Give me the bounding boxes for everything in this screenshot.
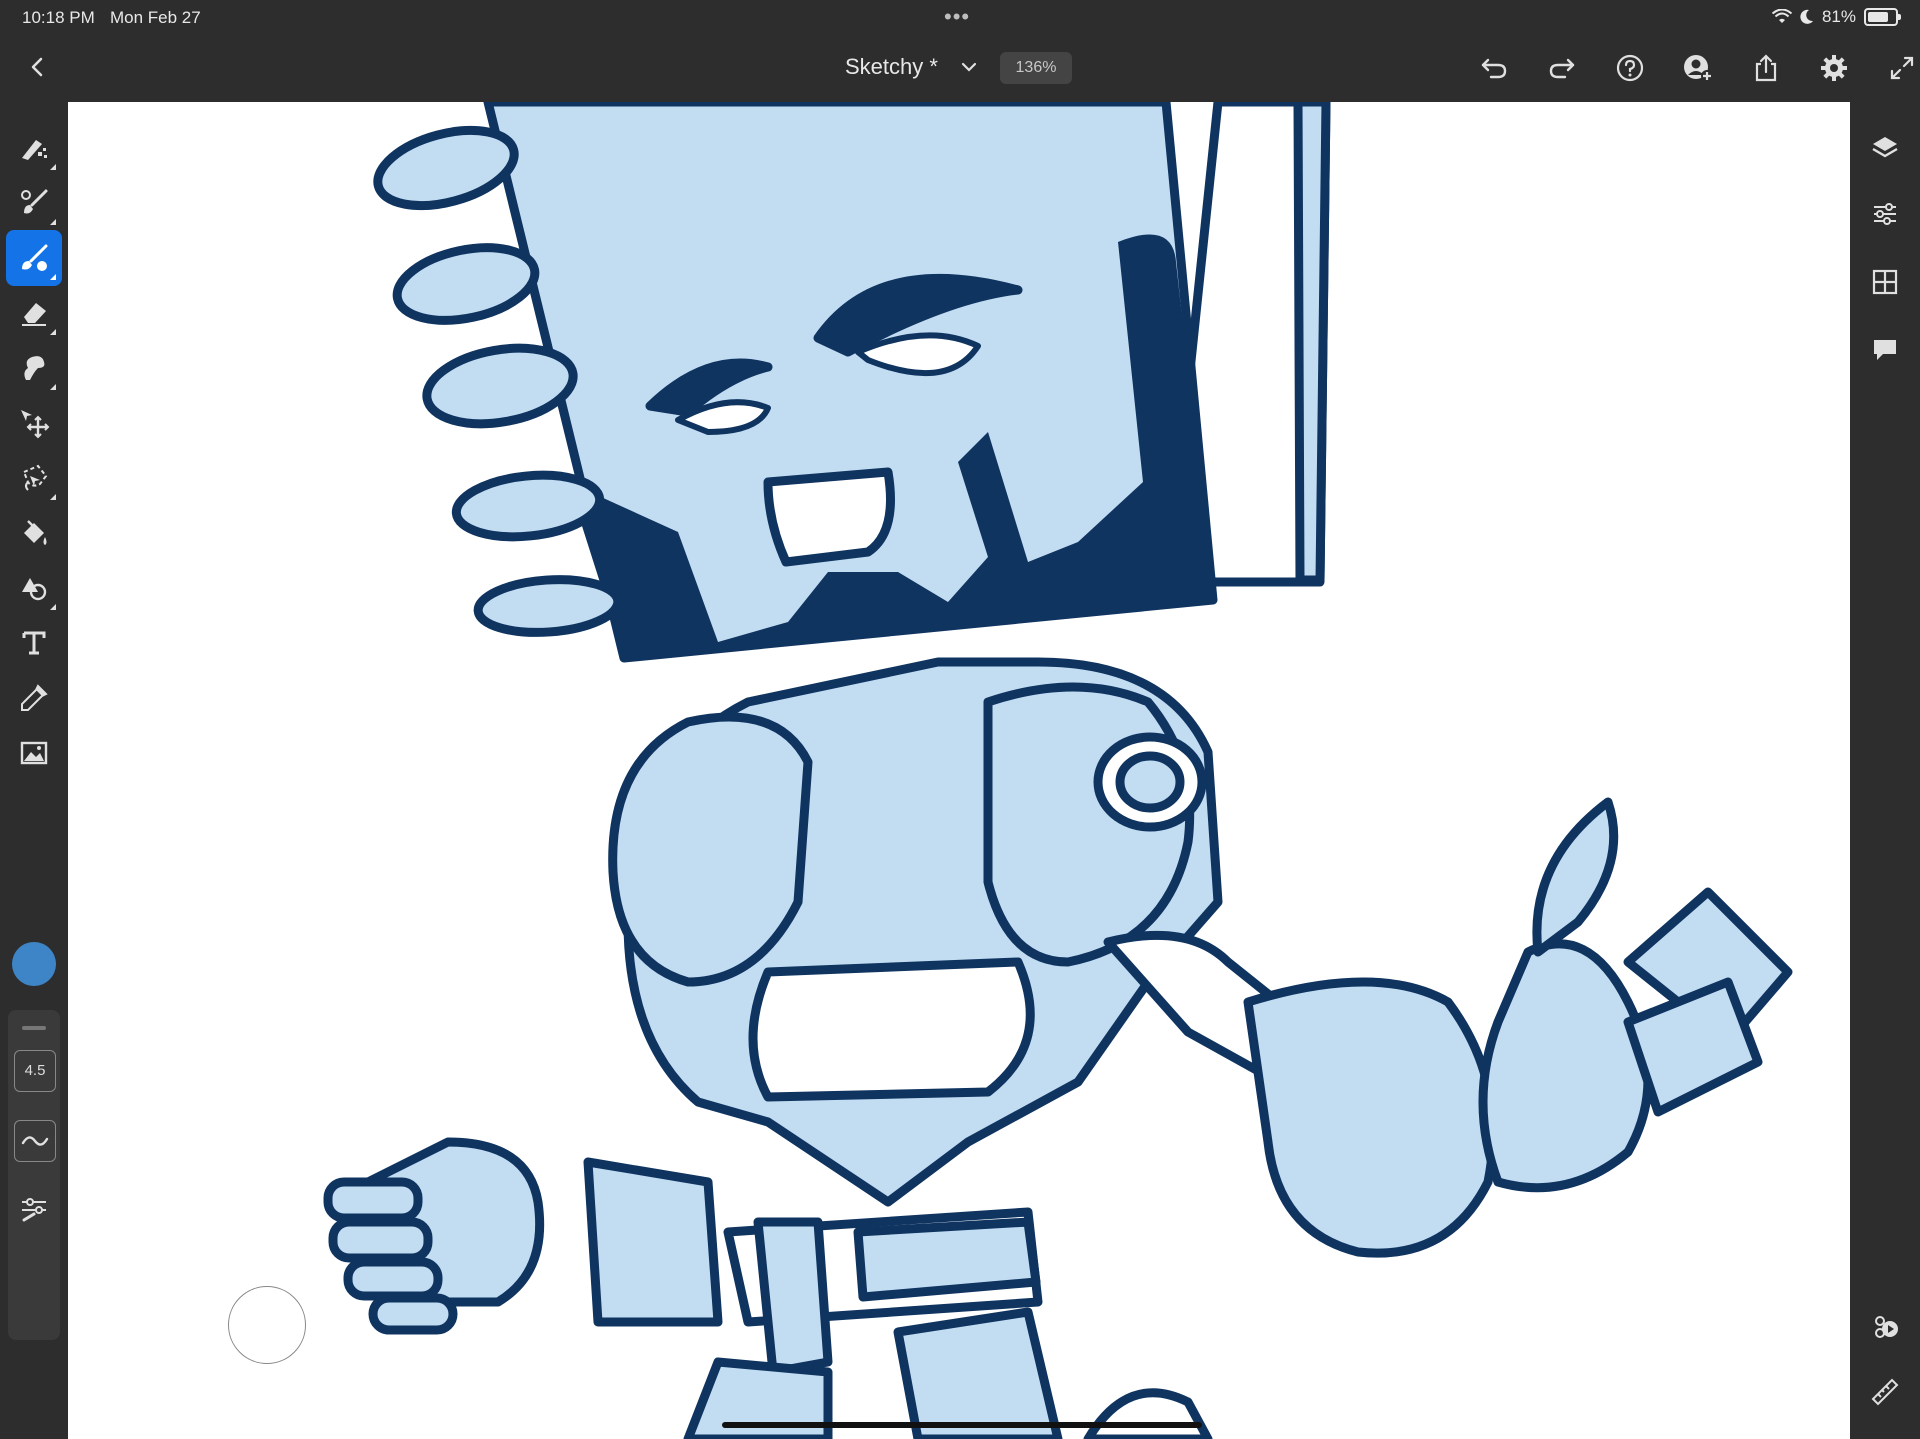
fill-bucket-icon	[24, 520, 47, 545]
invite-button[interactable]	[1664, 50, 1732, 86]
tool-text[interactable]	[6, 615, 62, 671]
help-button[interactable]	[1596, 50, 1664, 86]
tool-smudge[interactable]	[6, 340, 62, 396]
layers-icon	[1872, 137, 1898, 158]
robot-illustration	[323, 102, 1793, 1439]
right-toolbar	[1850, 102, 1920, 1439]
touch-shortcut-button[interactable]	[228, 1286, 306, 1364]
layers-button[interactable]	[1861, 124, 1909, 172]
settings-button[interactable]	[1800, 50, 1868, 86]
comments-button[interactable]	[1861, 326, 1909, 374]
drawing-canvas[interactable]	[68, 102, 1850, 1439]
share-icon	[1755, 54, 1777, 82]
brush-size[interactable]: 4.5	[14, 1050, 56, 1092]
vector-brush-icon	[22, 244, 48, 271]
help-icon	[1616, 54, 1644, 82]
add-user-icon	[1684, 55, 1713, 82]
eraser-icon	[22, 303, 46, 326]
tool-place-image[interactable]	[6, 725, 62, 781]
brush-settings-icon	[22, 1198, 46, 1222]
comment-icon	[1874, 340, 1896, 360]
tool-eraser[interactable]	[6, 285, 62, 341]
multitask-dots-icon[interactable]: •••	[944, 4, 970, 30]
gear-icon	[1821, 55, 1847, 81]
share-button[interactable]	[1732, 50, 1800, 86]
transform-icon	[21, 410, 50, 439]
back-chevron-icon[interactable]	[22, 52, 52, 82]
tool-shapes[interactable]	[6, 560, 62, 616]
wifi-icon	[1771, 9, 1792, 23]
battery-percent: 81%	[1821, 7, 1856, 26]
timelapse-button[interactable]	[1861, 1302, 1909, 1350]
undo-icon	[1481, 58, 1507, 79]
image-icon	[20, 741, 48, 765]
brush-settings-button[interactable]	[14, 1188, 54, 1228]
color-swatch[interactable]	[12, 942, 56, 986]
top-actions	[1460, 50, 1920, 86]
status-time: 10:18 PM	[22, 8, 95, 27]
tool-selection[interactable]	[6, 450, 62, 506]
grid-icon	[1872, 269, 1898, 295]
text-icon	[22, 631, 46, 655]
panel-handle[interactable]	[22, 1026, 46, 1030]
sliders-icon	[1874, 203, 1896, 225]
moon-icon	[1800, 9, 1813, 24]
tool-live-brush[interactable]	[6, 175, 62, 231]
tool-vector-brush[interactable]	[6, 230, 62, 286]
status-bar: 10:18 PM Mon Feb 27 ••• 81%	[0, 0, 1920, 34]
shapes-icon	[22, 578, 47, 601]
pixel-brush-icon	[22, 140, 47, 160]
tool-pixel-brush[interactable]	[6, 120, 62, 176]
tool-transform[interactable]	[6, 395, 62, 451]
ruler-button[interactable]	[1861, 1368, 1909, 1416]
home-indicator[interactable]	[722, 1422, 1202, 1428]
status-right: 81%	[1771, 7, 1901, 27]
chevron-down-icon[interactable]	[958, 56, 980, 78]
zoom-level[interactable]: 136%	[1000, 52, 1072, 84]
ruler-icon	[1871, 1378, 1899, 1406]
battery-icon	[1864, 8, 1901, 26]
eyedropper-icon	[21, 684, 48, 711]
brush-settings-panel: 4.5	[8, 1010, 60, 1340]
expand-icon	[1890, 56, 1914, 80]
tool-fill[interactable]	[6, 505, 62, 561]
wave-icon	[21, 1136, 49, 1146]
redo-icon	[1549, 58, 1575, 79]
smudge-icon	[24, 356, 45, 380]
tool-eyedropper[interactable]	[6, 670, 62, 726]
left-toolbar: 4.5	[0, 102, 68, 1439]
status-date: Mon Feb 27	[110, 8, 201, 27]
timelapse-icon	[1875, 1316, 1898, 1338]
top-bar: Sketchy * 136%	[0, 34, 1920, 102]
document-title[interactable]: Sketchy *	[845, 54, 938, 80]
brush-flow-button[interactable]	[14, 1120, 56, 1162]
redo-button[interactable]	[1528, 50, 1596, 86]
lasso-icon	[22, 464, 48, 491]
layer-properties-button[interactable]	[1861, 190, 1909, 238]
undo-button[interactable]	[1460, 50, 1528, 86]
live-brush-icon	[21, 189, 48, 214]
fullscreen-button[interactable]	[1868, 50, 1920, 86]
grid-button[interactable]	[1861, 258, 1909, 306]
